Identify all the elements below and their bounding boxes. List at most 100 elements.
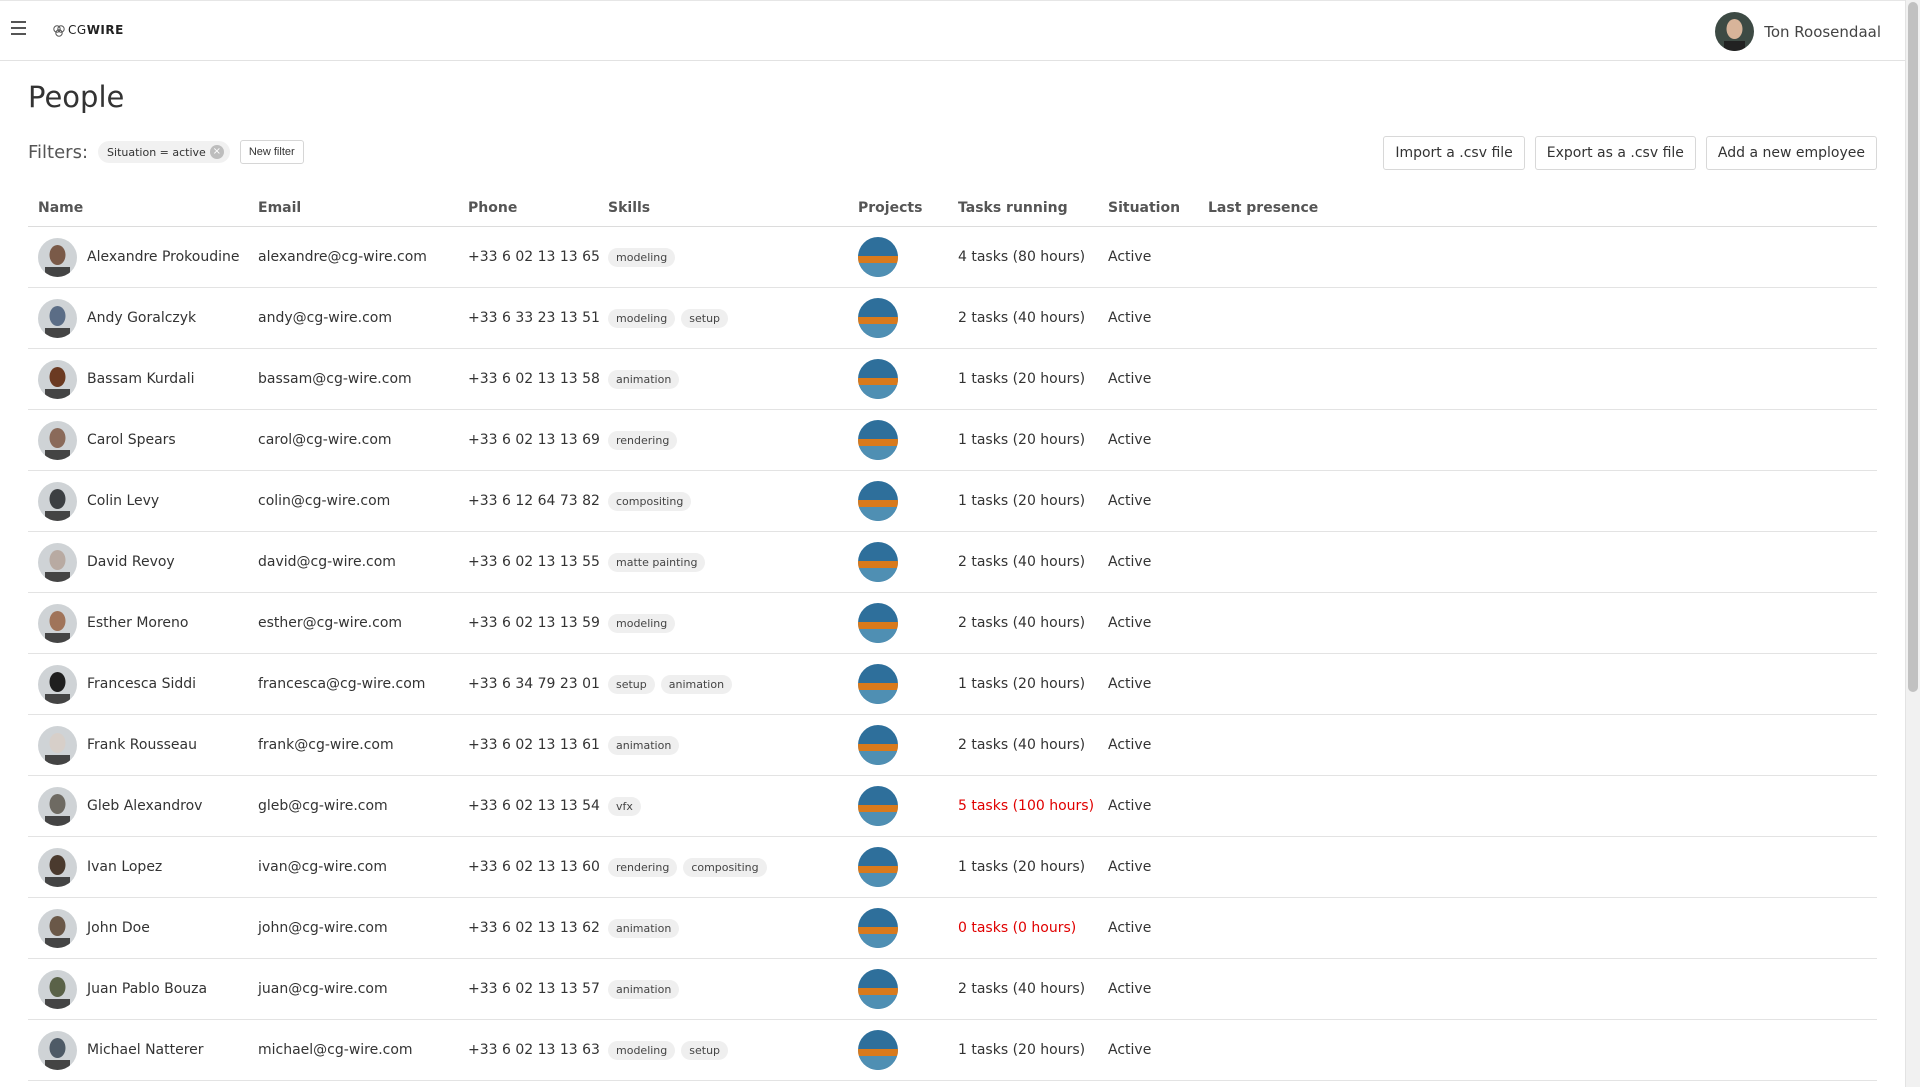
table-row[interactable]: Frank Rousseau frank@cg-wire.com +33 6 02 … — [28, 715, 1877, 776]
avatar — [38, 908, 77, 948]
situation-cell: Active — [1108, 981, 1152, 997]
project-thumbnail[interactable] — [858, 603, 898, 643]
project-thumbnail[interactable] — [858, 664, 898, 704]
skill-tag: modeling — [608, 1040, 676, 1060]
table-row[interactable]: Ivan Lopez ivan@cg-wire.com +33 6 02 13 13… — [28, 837, 1877, 898]
skills-cell: vfx — [608, 796, 858, 816]
column-header-tasks[interactable]: Tasks running — [958, 200, 1108, 216]
person-name[interactable]: David Revoy — [87, 554, 175, 570]
project-thumbnail[interactable] — [858, 542, 898, 582]
table-row[interactable]: Alexandre Prokoudine alexandre@cg-wire.co… — [28, 227, 1877, 288]
person-name[interactable]: Carol Spears — [87, 432, 176, 448]
table-row[interactable]: Juan Pablo Bouza juan@cg-wire.com +33 6 02… — [28, 959, 1877, 1020]
table-row[interactable]: Gleb Alexandrov gleb@cg-wire.com +33 6 02 … — [28, 776, 1877, 837]
scrollbar-thumb[interactable] — [1908, 2, 1918, 692]
project-thumbnail[interactable] — [858, 969, 898, 1009]
person-name-cell[interactable]: Colin Levy — [28, 481, 258, 521]
vertical-scrollbar[interactable] — [1905, 0, 1920, 1087]
skills-cell: setup animation — [608, 674, 858, 694]
person-name[interactable]: Bassam Kurdali — [87, 371, 195, 387]
project-thumbnail[interactable] — [858, 725, 898, 765]
person-name[interactable]: Gleb Alexandrov — [87, 798, 202, 814]
person-name[interactable]: Colin Levy — [87, 493, 159, 509]
person-name-cell[interactable]: Bassam Kurdali — [28, 359, 258, 399]
tasks-running-cell: 5 tasks (100 hours) — [958, 798, 1095, 814]
avatar — [38, 969, 77, 1009]
project-thumbnail[interactable] — [858, 481, 898, 521]
project-thumbnail[interactable] — [858, 847, 898, 887]
person-name[interactable]: Ivan Lopez — [87, 859, 162, 875]
column-header-phone[interactable]: Phone — [468, 200, 608, 216]
column-header-skills[interactable]: Skills — [608, 200, 858, 216]
person-name-cell[interactable]: Frank Rousseau — [28, 725, 258, 765]
avatar — [38, 359, 77, 399]
export-csv-button[interactable]: Export as a .csv file — [1534, 136, 1696, 170]
hamburger-menu-icon[interactable] — [11, 21, 26, 35]
column-header-name[interactable]: Name — [28, 200, 258, 216]
project-thumbnail[interactable] — [858, 359, 898, 399]
person-name-cell[interactable]: Alexandre Prokoudine — [28, 237, 258, 277]
add-employee-button[interactable]: Add a new employee — [1705, 136, 1877, 170]
avatar — [38, 481, 77, 521]
skill-tag: compositing — [683, 857, 767, 877]
new-filter-button[interactable]: New filter — [239, 140, 304, 164]
table-row[interactable]: Bassam Kurdali bassam@cg-wire.com +33 6 02… — [28, 349, 1877, 410]
person-name-cell[interactable]: Ivan Lopez — [28, 847, 258, 887]
situation-cell: Active — [1108, 493, 1152, 509]
tasks-running-cell: 1 tasks (20 hours) — [958, 676, 1086, 692]
table-row[interactable]: Colin Levy colin@cg-wire.com +33 6 12 64 7… — [28, 471, 1877, 532]
project-thumbnail[interactable] — [858, 1030, 898, 1070]
person-name[interactable]: John Doe — [87, 920, 150, 936]
person-name-cell[interactable]: John Doe — [28, 908, 258, 948]
table-row[interactable]: Esther Moreno esther@cg-wire.com +33 6 02 … — [28, 593, 1877, 654]
skills-cell: modeling setup — [608, 308, 858, 328]
situation-cell: Active — [1108, 371, 1152, 387]
email-cell: francesca@cg-wire.com — [258, 676, 426, 692]
column-header-situation[interactable]: Situation — [1108, 200, 1208, 216]
table-row[interactable]: David Revoy david@cg-wire.com +33 6 02 13 … — [28, 532, 1877, 593]
project-thumbnail[interactable] — [858, 298, 898, 338]
person-name[interactable]: Frank Rousseau — [87, 737, 197, 753]
person-name-cell[interactable]: Michael Natterer — [28, 1030, 258, 1070]
column-header-email[interactable]: Email — [258, 200, 468, 216]
person-name[interactable]: Michael Natterer — [87, 1042, 204, 1058]
table-row[interactable]: John Doe john@cg-wire.com +33 6 02 13 13 6… — [28, 898, 1877, 959]
person-name-cell[interactable]: Andy Goralczyk — [28, 298, 258, 338]
column-header-projects[interactable]: Projects — [858, 200, 958, 216]
email-cell: john@cg-wire.com — [258, 920, 388, 936]
person-name-cell[interactable]: Francesca Siddi — [28, 664, 258, 704]
person-name[interactable]: Alexandre Prokoudine — [87, 249, 240, 265]
person-name-cell[interactable]: Esther Moreno — [28, 603, 258, 643]
person-name[interactable]: Francesca Siddi — [87, 676, 196, 692]
cgwire-logo[interactable]: CGWIRE — [52, 23, 124, 37]
project-thumbnail[interactable] — [858, 786, 898, 826]
project-thumbnail[interactable] — [858, 420, 898, 460]
email-cell: alexandre@cg-wire.com — [258, 249, 427, 265]
user-menu[interactable]: Ton Roosendaal — [1715, 12, 1881, 51]
remove-filter-icon[interactable]: × — [209, 145, 224, 159]
project-thumbnail[interactable] — [858, 237, 898, 277]
project-thumbnail[interactable] — [858, 908, 898, 948]
person-name-cell[interactable]: Gleb Alexandrov — [28, 786, 258, 826]
table-row[interactable]: Michael Natterer michael@cg-wire.com +33 6… — [28, 1020, 1877, 1081]
skill-tag: modeling — [608, 308, 676, 328]
person-name-cell[interactable]: Carol Spears — [28, 420, 258, 460]
situation-cell: Active — [1108, 432, 1152, 448]
situation-cell: Active — [1108, 249, 1152, 265]
skills-cell: animation — [608, 918, 858, 938]
person-name-cell[interactable]: David Revoy — [28, 542, 258, 582]
projects-cell — [858, 786, 958, 826]
person-name-cell[interactable]: Juan Pablo Bouza — [28, 969, 258, 1009]
person-name[interactable]: Juan Pablo Bouza — [87, 981, 207, 997]
table-row[interactable]: Carol Spears carol@cg-wire.com +33 6 02 13… — [28, 410, 1877, 471]
active-filter-chip[interactable]: Situation = active × — [98, 141, 230, 163]
situation-cell: Active — [1108, 859, 1152, 875]
person-name[interactable]: Esther Moreno — [87, 615, 188, 631]
table-row[interactable]: Andy Goralczyk andy@cg-wire.com +33 6 33 2… — [28, 288, 1877, 349]
import-csv-button[interactable]: Import a .csv file — [1383, 136, 1525, 170]
phone-cell: +33 6 02 13 13 60 — [468, 859, 600, 875]
person-name[interactable]: Andy Goralczyk — [87, 310, 196, 326]
phone-cell: +33 6 34 79 23 01 — [468, 676, 600, 692]
table-row[interactable]: Francesca Siddi francesca@cg-wire.com +33 … — [28, 654, 1877, 715]
column-header-last-presence[interactable]: Last presence — [1208, 200, 1358, 216]
